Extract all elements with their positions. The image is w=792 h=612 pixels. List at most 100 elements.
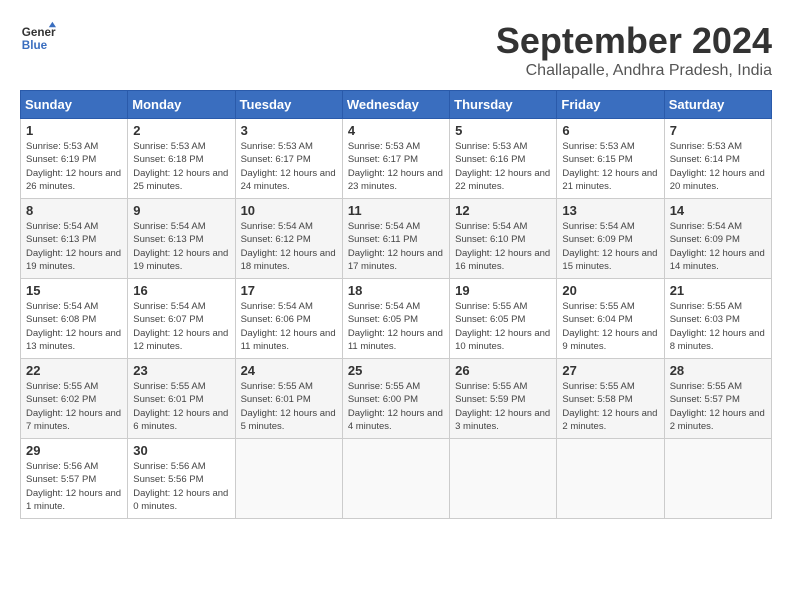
calendar-cell: 8 Sunrise: 5:54 AMSunset: 6:13 PMDayligh… (21, 199, 128, 279)
day-info: Sunrise: 5:54 AMSunset: 6:08 PMDaylight:… (26, 300, 122, 353)
logo: General Blue (20, 20, 56, 56)
day-info: Sunrise: 5:54 AMSunset: 6:13 PMDaylight:… (133, 220, 229, 273)
svg-text:Blue: Blue (22, 39, 48, 52)
calendar-cell (450, 439, 557, 519)
day-info: Sunrise: 5:55 AMSunset: 6:01 PMDaylight:… (241, 380, 337, 433)
day-info: Sunrise: 5:53 AMSunset: 6:19 PMDaylight:… (26, 140, 122, 193)
svg-text:General: General (22, 26, 56, 39)
calendar-cell: 12 Sunrise: 5:54 AMSunset: 6:10 PMDaylig… (450, 199, 557, 279)
col-header-friday: Friday (557, 91, 664, 119)
calendar-cell: 3 Sunrise: 5:53 AMSunset: 6:17 PMDayligh… (235, 119, 342, 199)
day-info: Sunrise: 5:53 AMSunset: 6:17 PMDaylight:… (348, 140, 444, 193)
day-number: 4 (348, 123, 444, 138)
day-number: 21 (670, 283, 766, 298)
page-header: General Blue September 2024 Challapalle,… (20, 20, 772, 80)
day-info: Sunrise: 5:54 AMSunset: 6:12 PMDaylight:… (241, 220, 337, 273)
calendar-cell: 21 Sunrise: 5:55 AMSunset: 6:03 PMDaylig… (664, 279, 771, 359)
calendar-cell: 27 Sunrise: 5:55 AMSunset: 5:58 PMDaylig… (557, 359, 664, 439)
calendar-cell: 22 Sunrise: 5:55 AMSunset: 6:02 PMDaylig… (21, 359, 128, 439)
calendar-cell: 26 Sunrise: 5:55 AMSunset: 5:59 PMDaylig… (450, 359, 557, 439)
day-number: 25 (348, 363, 444, 378)
col-header-sunday: Sunday (21, 91, 128, 119)
calendar-cell: 29 Sunrise: 5:56 AMSunset: 5:57 PMDaylig… (21, 439, 128, 519)
calendar-cell: 18 Sunrise: 5:54 AMSunset: 6:05 PMDaylig… (342, 279, 449, 359)
calendar-cell (342, 439, 449, 519)
calendar-cell: 30 Sunrise: 5:56 AMSunset: 5:56 PMDaylig… (128, 439, 235, 519)
col-header-saturday: Saturday (664, 91, 771, 119)
calendar-cell: 11 Sunrise: 5:54 AMSunset: 6:11 PMDaylig… (342, 199, 449, 279)
day-info: Sunrise: 5:55 AMSunset: 6:00 PMDaylight:… (348, 380, 444, 433)
calendar-cell: 16 Sunrise: 5:54 AMSunset: 6:07 PMDaylig… (128, 279, 235, 359)
day-info: Sunrise: 5:54 AMSunset: 6:05 PMDaylight:… (348, 300, 444, 353)
calendar-cell: 1 Sunrise: 5:53 AMSunset: 6:19 PMDayligh… (21, 119, 128, 199)
calendar-cell: 23 Sunrise: 5:55 AMSunset: 6:01 PMDaylig… (128, 359, 235, 439)
calendar-cell (664, 439, 771, 519)
day-info: Sunrise: 5:54 AMSunset: 6:09 PMDaylight:… (670, 220, 766, 273)
day-info: Sunrise: 5:55 AMSunset: 6:04 PMDaylight:… (562, 300, 658, 353)
day-number: 28 (670, 363, 766, 378)
day-info: Sunrise: 5:55 AMSunset: 6:05 PMDaylight:… (455, 300, 551, 353)
calendar-cell: 7 Sunrise: 5:53 AMSunset: 6:14 PMDayligh… (664, 119, 771, 199)
day-number: 7 (670, 123, 766, 138)
day-number: 2 (133, 123, 229, 138)
day-info: Sunrise: 5:55 AMSunset: 5:59 PMDaylight:… (455, 380, 551, 433)
calendar-cell: 28 Sunrise: 5:55 AMSunset: 5:57 PMDaylig… (664, 359, 771, 439)
day-number: 27 (562, 363, 658, 378)
day-number: 19 (455, 283, 551, 298)
day-number: 22 (26, 363, 122, 378)
logo-icon: General Blue (20, 20, 56, 56)
col-header-tuesday: Tuesday (235, 91, 342, 119)
calendar-cell: 25 Sunrise: 5:55 AMSunset: 6:00 PMDaylig… (342, 359, 449, 439)
calendar-cell: 20 Sunrise: 5:55 AMSunset: 6:04 PMDaylig… (557, 279, 664, 359)
day-number: 1 (26, 123, 122, 138)
day-info: Sunrise: 5:53 AMSunset: 6:15 PMDaylight:… (562, 140, 658, 193)
day-info: Sunrise: 5:53 AMSunset: 6:17 PMDaylight:… (241, 140, 337, 193)
calendar-cell: 17 Sunrise: 5:54 AMSunset: 6:06 PMDaylig… (235, 279, 342, 359)
day-info: Sunrise: 5:55 AMSunset: 5:57 PMDaylight:… (670, 380, 766, 433)
calendar-header-row: SundayMondayTuesdayWednesdayThursdayFrid… (21, 91, 772, 119)
day-number: 26 (455, 363, 551, 378)
day-info: Sunrise: 5:55 AMSunset: 5:58 PMDaylight:… (562, 380, 658, 433)
calendar-cell (557, 439, 664, 519)
day-number: 13 (562, 203, 658, 218)
day-info: Sunrise: 5:54 AMSunset: 6:13 PMDaylight:… (26, 220, 122, 273)
calendar-cell: 13 Sunrise: 5:54 AMSunset: 6:09 PMDaylig… (557, 199, 664, 279)
day-number: 15 (26, 283, 122, 298)
day-info: Sunrise: 5:56 AMSunset: 5:56 PMDaylight:… (133, 460, 229, 513)
day-number: 23 (133, 363, 229, 378)
day-info: Sunrise: 5:54 AMSunset: 6:07 PMDaylight:… (133, 300, 229, 353)
day-number: 24 (241, 363, 337, 378)
day-number: 3 (241, 123, 337, 138)
day-number: 8 (26, 203, 122, 218)
location-subtitle: Challapalle, Andhra Pradesh, India (496, 62, 772, 80)
calendar-week-1: 1 Sunrise: 5:53 AMSunset: 6:19 PMDayligh… (21, 119, 772, 199)
day-number: 17 (241, 283, 337, 298)
day-info: Sunrise: 5:53 AMSunset: 6:18 PMDaylight:… (133, 140, 229, 193)
calendar-cell: 9 Sunrise: 5:54 AMSunset: 6:13 PMDayligh… (128, 199, 235, 279)
day-number: 16 (133, 283, 229, 298)
title-section: September 2024 Challapalle, Andhra Prade… (496, 20, 772, 80)
day-number: 10 (241, 203, 337, 218)
day-number: 30 (133, 443, 229, 458)
calendar-cell: 5 Sunrise: 5:53 AMSunset: 6:16 PMDayligh… (450, 119, 557, 199)
calendar-week-4: 22 Sunrise: 5:55 AMSunset: 6:02 PMDaylig… (21, 359, 772, 439)
calendar-table: SundayMondayTuesdayWednesdayThursdayFrid… (20, 90, 772, 519)
day-info: Sunrise: 5:53 AMSunset: 6:14 PMDaylight:… (670, 140, 766, 193)
day-number: 12 (455, 203, 551, 218)
day-info: Sunrise: 5:54 AMSunset: 6:10 PMDaylight:… (455, 220, 551, 273)
calendar-cell: 6 Sunrise: 5:53 AMSunset: 6:15 PMDayligh… (557, 119, 664, 199)
col-header-monday: Monday (128, 91, 235, 119)
day-info: Sunrise: 5:54 AMSunset: 6:11 PMDaylight:… (348, 220, 444, 273)
calendar-cell: 19 Sunrise: 5:55 AMSunset: 6:05 PMDaylig… (450, 279, 557, 359)
day-info: Sunrise: 5:56 AMSunset: 5:57 PMDaylight:… (26, 460, 122, 513)
day-number: 29 (26, 443, 122, 458)
calendar-week-3: 15 Sunrise: 5:54 AMSunset: 6:08 PMDaylig… (21, 279, 772, 359)
day-number: 11 (348, 203, 444, 218)
day-info: Sunrise: 5:53 AMSunset: 6:16 PMDaylight:… (455, 140, 551, 193)
calendar-cell: 10 Sunrise: 5:54 AMSunset: 6:12 PMDaylig… (235, 199, 342, 279)
day-number: 6 (562, 123, 658, 138)
day-info: Sunrise: 5:54 AMSunset: 6:09 PMDaylight:… (562, 220, 658, 273)
col-header-wednesday: Wednesday (342, 91, 449, 119)
calendar-week-5: 29 Sunrise: 5:56 AMSunset: 5:57 PMDaylig… (21, 439, 772, 519)
day-number: 5 (455, 123, 551, 138)
